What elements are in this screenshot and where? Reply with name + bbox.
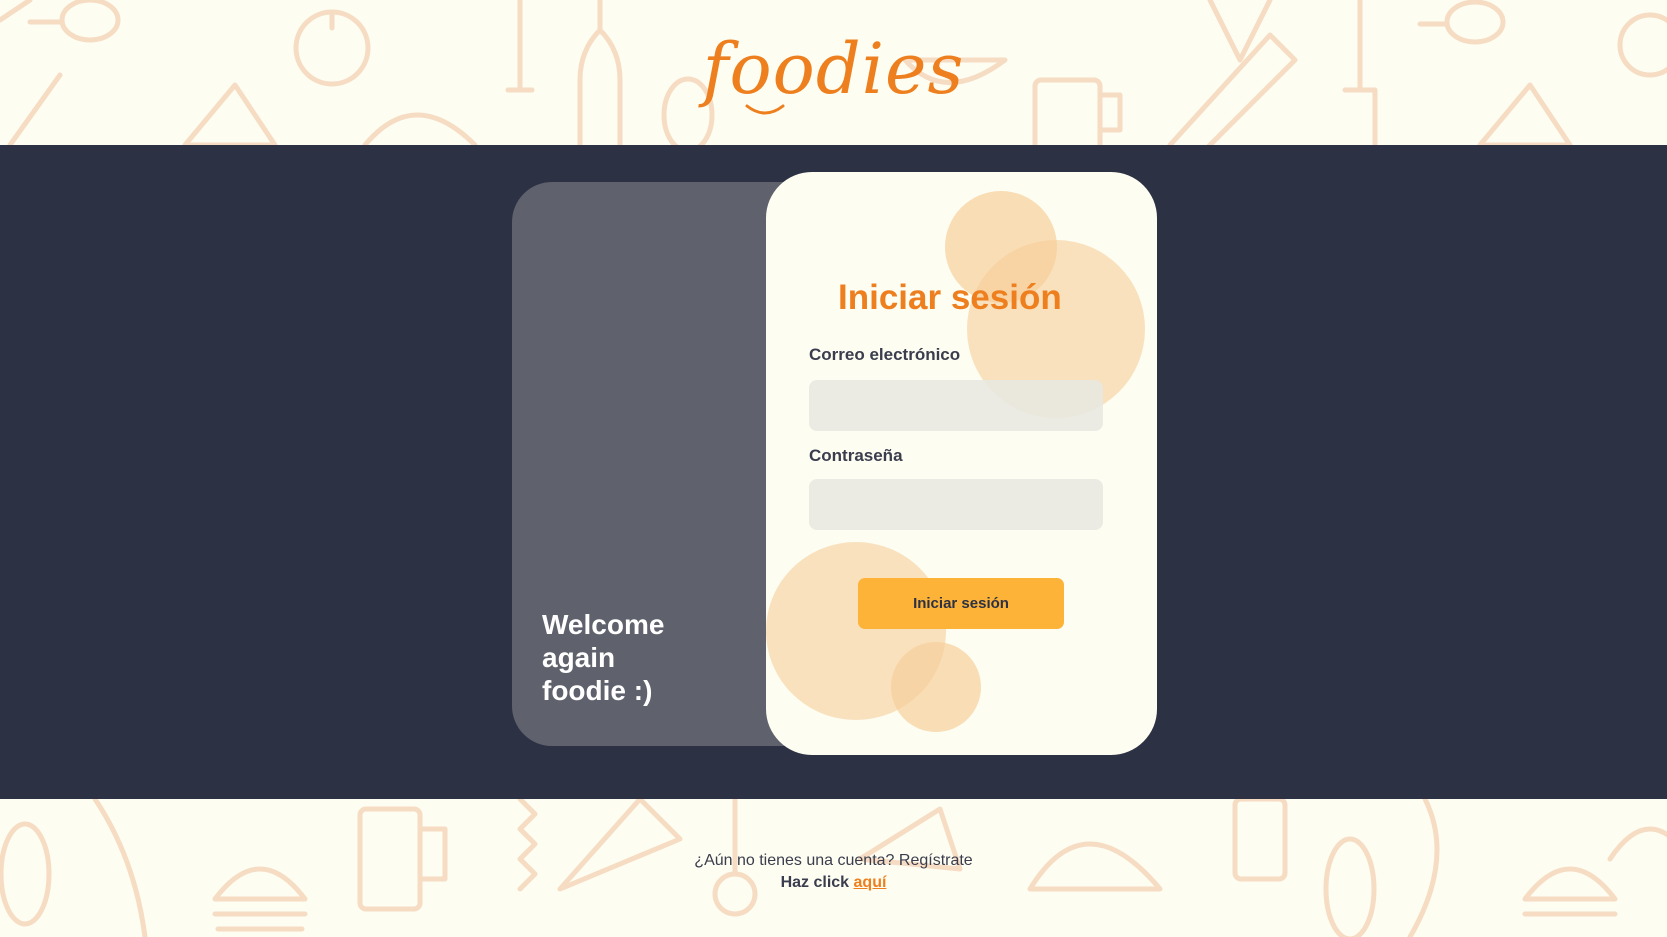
logo[interactable]: foodies — [703, 34, 965, 114]
welcome-line: foodie :) — [542, 675, 653, 706]
welcome-line: Welcome — [542, 609, 665, 640]
signup-text: ¿Aún no tienes una cuenta? Regístrate — [694, 852, 973, 869]
smile-icon — [745, 104, 785, 114]
header: foodies — [0, 0, 1667, 145]
click-text: Haz click — [780, 874, 850, 891]
logo-text: foodies — [702, 27, 965, 110]
email-label: Correo electrónico — [809, 345, 961, 364]
password-label: Contraseña — [809, 446, 903, 465]
login-card: Iniciar sesión Correo electrónico Contra… — [766, 172, 1157, 755]
signup-link[interactable]: aquí — [854, 874, 887, 891]
signup-prompt: ¿Aún no tienes una cuenta? Regístrate Ha… — [0, 850, 1667, 894]
password-field[interactable] — [809, 479, 1103, 530]
login-button[interactable]: Iniciar sesión — [858, 578, 1064, 629]
login-title: Iniciar sesión — [838, 278, 1062, 317]
decorative-blob — [891, 642, 981, 732]
welcome-line: again — [542, 642, 616, 673]
signup-link-line: Haz click aquí — [0, 872, 1667, 894]
welcome-message: Welcome again foodie :) — [542, 608, 742, 707]
email-field[interactable] — [809, 380, 1103, 431]
